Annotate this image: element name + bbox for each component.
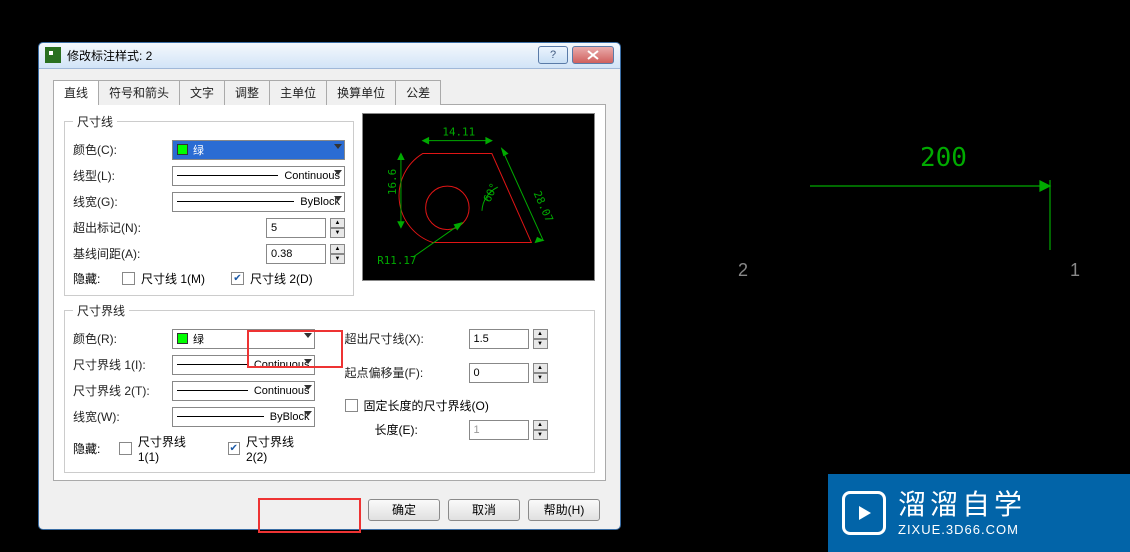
extline2-linetype-select[interactable]: Continuous <box>172 381 315 401</box>
extline2-linetype-value: Continuous <box>254 385 310 397</box>
spinner[interactable]: ▲▼ <box>330 218 345 238</box>
window-title: 修改标注样式: 2 <box>67 47 534 64</box>
cad-point-1: 1 <box>1070 260 1080 281</box>
close-button[interactable] <box>572 46 614 64</box>
tab-lines[interactable]: 直线 <box>53 80 99 105</box>
extline1-checkbox[interactable] <box>119 442 131 455</box>
tab-text[interactable]: 文字 <box>179 80 225 105</box>
logo-chinese: 溜溜自学 <box>898 491 1026 519</box>
line-sample <box>177 201 294 202</box>
extension-line-legend: 尺寸界线 <box>73 302 129 319</box>
preview-diag-dim: 28.07 <box>531 189 556 224</box>
ok-button[interactable]: 确定 <box>368 499 440 521</box>
extend-beyond-input[interactable]: 1.5 <box>469 329 529 349</box>
spinner[interactable]: ▲▼ <box>533 329 548 349</box>
chevron-down-icon <box>334 144 342 149</box>
offset-origin-label: 起点偏移量(F): <box>345 364 465 381</box>
line-sample <box>177 175 278 176</box>
dimline-linetype-label: 线型(L): <box>73 167 168 184</box>
line-sample <box>177 390 248 391</box>
dimline-color-select[interactable]: 绿 <box>172 140 345 160</box>
extension-line-group: 尺寸界线 颜色(R): 绿 尺寸界线 1(I): <box>64 302 595 473</box>
spinner[interactable]: ▲▼ <box>533 420 548 440</box>
chevron-down-icon <box>334 196 342 201</box>
extend-ticks-label: 超出标记(N): <box>73 219 168 236</box>
logo-url: ZIXUE.3D66.COM <box>898 523 1026 536</box>
dimline2-checkbox[interactable] <box>231 272 244 285</box>
preview-radius-dim: R11.17 <box>377 254 416 267</box>
chevron-down-icon <box>304 333 312 338</box>
dimline1-label: 尺寸线 1(M) <box>141 270 205 287</box>
dimline-color-value: 绿 <box>193 142 204 158</box>
dimension-line-legend: 尺寸线 <box>73 113 117 130</box>
extline2-label: 尺寸界线 2(2) <box>246 433 315 464</box>
dimline-lineweight-select[interactable]: ByBlock <box>172 192 345 212</box>
tab-symbols-arrows[interactable]: 符号和箭头 <box>98 80 180 105</box>
dimline-color-label: 颜色(C): <box>73 141 168 158</box>
tab-content: 尺寸线 颜色(C): 绿 线型(L): <box>53 105 606 481</box>
tab-alt-units[interactable]: 换算单位 <box>326 80 396 105</box>
chevron-down-icon <box>304 385 312 390</box>
extline-color-value: 绿 <box>193 331 204 347</box>
color-swatch-green <box>177 144 188 155</box>
cad-viewport: 200 2 1 <box>770 130 1070 300</box>
dimension-line-group: 尺寸线 颜色(C): 绿 线型(L): <box>64 113 354 296</box>
spinner[interactable]: ▲▼ <box>330 244 345 264</box>
baseline-spacing-label: 基线间距(A): <box>73 245 168 262</box>
extline-color-label: 颜色(R): <box>73 330 168 347</box>
tab-tolerances[interactable]: 公差 <box>395 80 441 105</box>
tab-fit[interactable]: 调整 <box>224 80 270 105</box>
extline2-checkbox[interactable] <box>228 442 240 455</box>
watermark-logo: 溜溜自学 ZIXUE.3D66.COM <box>828 474 1130 552</box>
extline1-linetype-label: 尺寸界线 1(I): <box>73 356 168 373</box>
app-icon <box>45 47 61 63</box>
dialog-footer: 确定 取消 帮助(H) <box>39 491 620 529</box>
fixed-length-checkbox[interactable] <box>345 399 358 412</box>
extend-ticks-input[interactable]: 5 <box>266 218 326 238</box>
dimline-lineweight-label: 线宽(G): <box>73 193 168 210</box>
chevron-down-icon <box>334 170 342 175</box>
chevron-down-icon <box>304 411 312 416</box>
cancel-button[interactable]: 取消 <box>448 499 520 521</box>
play-icon <box>842 491 886 535</box>
fixed-length-label: 固定长度的尺寸界线(O) <box>364 397 489 414</box>
extline-hide-label: 隐藏: <box>73 440 115 457</box>
extend-beyond-label: 超出尺寸线(X): <box>345 330 465 347</box>
length-label: 长度(E): <box>375 421 465 438</box>
preview-top-dim: 14.11 <box>442 125 475 138</box>
cad-dimension-value: 200 <box>920 143 967 173</box>
extline-lineweight-select[interactable]: ByBlock <box>172 407 315 427</box>
color-swatch-green <box>177 333 188 344</box>
extline2-linetype-label: 尺寸界线 2(T): <box>73 382 168 399</box>
preview-left-dim: 16.6 <box>386 169 399 195</box>
extline1-linetype-value: Continuous <box>254 359 310 371</box>
baseline-spacing-input[interactable]: 0.38 <box>266 244 326 264</box>
offset-origin-input[interactable]: 0 <box>469 363 529 383</box>
dimline1-checkbox[interactable] <box>122 272 135 285</box>
spinner[interactable]: ▲▼ <box>533 363 548 383</box>
dimline-linetype-value: Continuous <box>284 170 340 182</box>
cad-point-2: 2 <box>738 260 748 281</box>
line-sample <box>177 416 264 417</box>
tabs: 直线 符号和箭头 文字 调整 主单位 换算单位 公差 <box>53 79 606 105</box>
dimline2-label: 尺寸线 2(D) <box>250 270 313 287</box>
preview-pane: 14.11 16.6 60° 28.07 R11.17 <box>362 113 595 281</box>
preview-angle-dim: 60° <box>481 181 501 204</box>
line-sample <box>177 364 248 365</box>
dimline-hide-label: 隐藏: <box>73 270 118 287</box>
chevron-down-icon <box>304 359 312 364</box>
help-icon[interactable]: ? <box>538 46 568 64</box>
extline1-label: 尺寸界线 1(1) <box>138 433 207 464</box>
length-input[interactable]: 1 <box>469 420 529 440</box>
extline1-linetype-select[interactable]: Continuous <box>172 355 315 375</box>
extline-lineweight-label: 线宽(W): <box>73 408 168 425</box>
extline-color-select[interactable]: 绿 <box>172 329 315 349</box>
tab-primary-units[interactable]: 主单位 <box>269 80 327 105</box>
titlebar: 修改标注样式: 2 ? <box>39 43 620 69</box>
dimline-linetype-select[interactable]: Continuous <box>172 166 345 186</box>
help-button[interactable]: 帮助(H) <box>528 499 600 521</box>
